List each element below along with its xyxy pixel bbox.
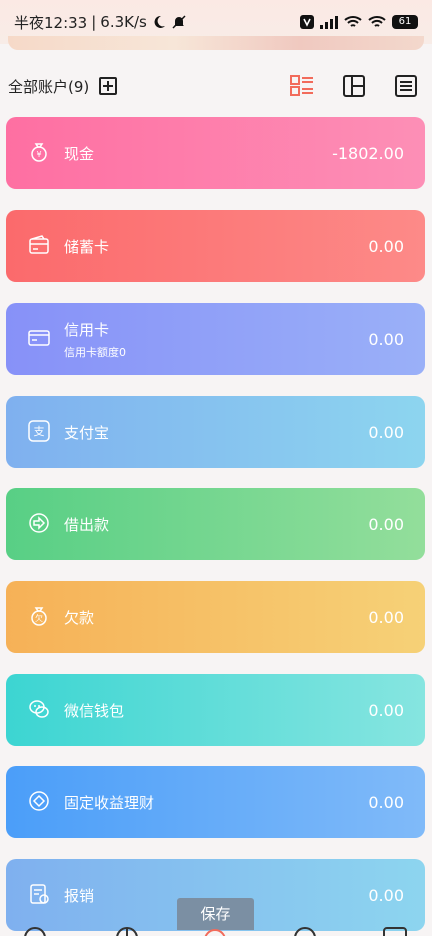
banner-strip[interactable] <box>8 36 424 50</box>
add-account-icon[interactable] <box>99 77 118 95</box>
account-card-debt[interactable]: 欠 欠款 0.00 <box>6 581 425 653</box>
account-amount: 0.00 <box>368 607 404 627</box>
card-text: 信用卡 信用卡额度0 <box>64 303 126 375</box>
account-card-alipay[interactable]: 支 支付宝 0.00 <box>6 396 425 468</box>
card-text: 现金 <box>64 117 94 189</box>
battery-indicator: 61 <box>392 15 418 29</box>
account-card-fixed-income[interactable]: 固定收益理财 0.00 <box>6 766 425 838</box>
mute-bell-icon <box>172 15 186 29</box>
account-name: 微信钱包 <box>64 701 125 720</box>
card-text: 固定收益理财 <box>64 766 154 838</box>
account-card-credit[interactable]: 信用卡 信用卡额度0 0.00 <box>6 303 425 375</box>
account-name: 借出款 <box>64 515 110 534</box>
wifi-icon <box>344 16 362 27</box>
account-amount: 0.00 <box>368 422 404 442</box>
reimburse-icon <box>30 884 49 904</box>
status-speed: 6.3K/s <box>100 13 147 31</box>
account-name: 储蓄卡 <box>64 237 110 256</box>
card-text: 借出款 <box>64 488 109 560</box>
alipay-icon: 支 <box>28 420 50 442</box>
view-switcher <box>290 74 424 98</box>
account-name: 信用卡 <box>64 320 110 339</box>
credit-card-icon <box>28 330 50 346</box>
moon-icon <box>154 15 165 28</box>
card-text: 支付宝 <box>64 396 109 468</box>
account-card-cash[interactable]: ¥ 现金 -1802.00 <box>6 117 425 189</box>
account-name: 固定收益理财 <box>64 793 155 812</box>
accounts-title-group: 全部账户(9) <box>8 76 118 97</box>
account-name: 报销 <box>64 886 95 905</box>
grid-view-icon[interactable] <box>342 74 366 98</box>
wechat-icon <box>29 700 49 718</box>
lend-icon <box>29 513 49 533</box>
list-view-icon[interactable] <box>394 74 418 98</box>
account-name: 欠款 <box>64 608 95 627</box>
diamond-icon <box>29 791 49 811</box>
account-amount: 0.00 <box>368 514 404 534</box>
svg-text:支: 支 <box>34 425 45 438</box>
accounts-header: 全部账户(9) <box>0 66 432 106</box>
account-card-lend[interactable]: 借出款 0.00 <box>6 488 425 560</box>
svg-text:欠: 欠 <box>35 613 43 623</box>
account-name: 支付宝 <box>64 423 110 442</box>
account-amount: 0.00 <box>368 792 404 812</box>
svg-text:¥: ¥ <box>36 150 41 159</box>
debt-bag-icon: 欠 <box>31 607 47 626</box>
account-subtitle: 信用卡额度0 <box>64 345 126 359</box>
account-amount: 0.00 <box>368 236 404 256</box>
status-divider: | <box>91 13 97 31</box>
account-card-wechat[interactable]: 微信钱包 0.00 <box>6 674 425 746</box>
account-name: 现金 <box>64 144 95 163</box>
status-time: 半夜12:33 <box>14 13 88 32</box>
signal-icon <box>320 16 338 29</box>
accounts-title: 全部账户(9) <box>8 77 90 96</box>
card-text: 报销 <box>64 859 94 931</box>
account-amount: 0.00 <box>368 700 404 720</box>
card-text: 微信钱包 <box>64 674 124 746</box>
account-amount: 0.00 <box>368 885 404 905</box>
wifi-icon-2 <box>368 16 386 27</box>
wallet-icon <box>29 235 49 254</box>
card-text: 欠款 <box>64 581 94 653</box>
status-left: 半夜12:33 | 6.3K/s <box>14 12 187 33</box>
vpn-icon <box>300 15 314 29</box>
bottom-nav <box>0 922 432 936</box>
account-amount: -1802.00 <box>332 143 404 163</box>
account-card-savings[interactable]: 储蓄卡 0.00 <box>6 210 425 282</box>
status-right: 61 <box>300 15 418 29</box>
account-amount: 0.00 <box>368 329 404 349</box>
list-detail-view-icon[interactable] <box>290 74 314 98</box>
card-text: 储蓄卡 <box>64 210 109 282</box>
money-bag-icon: ¥ <box>31 143 47 162</box>
